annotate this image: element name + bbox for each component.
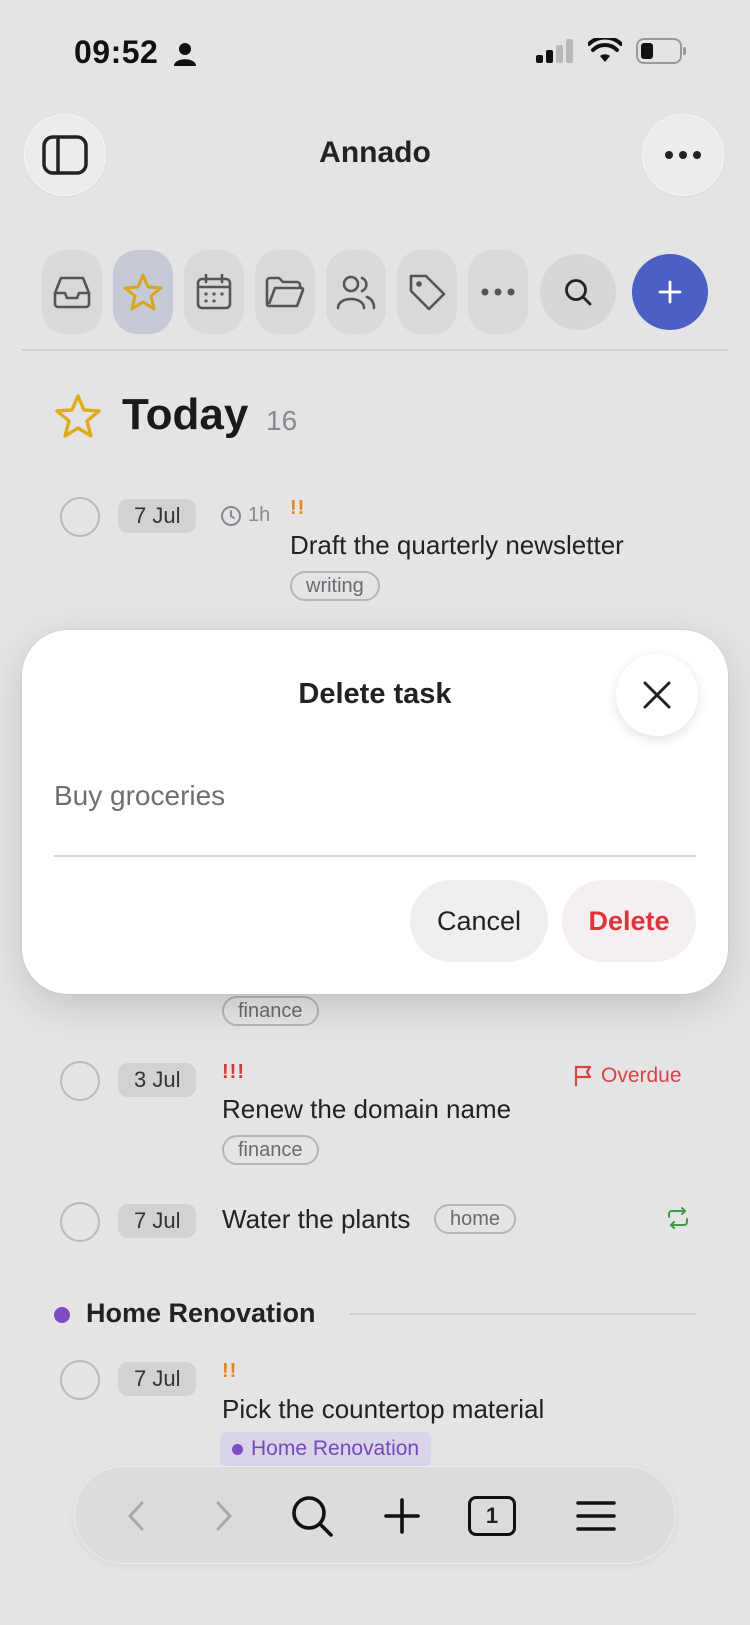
shared-button[interactable] bbox=[326, 250, 386, 334]
person-icon bbox=[174, 42, 196, 71]
due-date-chip: 3 Jul bbox=[118, 1063, 197, 1097]
tabs-button[interactable]: 1 bbox=[467, 1491, 517, 1541]
star-icon bbox=[123, 273, 163, 311]
project-dot bbox=[232, 1443, 243, 1455]
task-tag[interactable]: finance bbox=[222, 996, 319, 1026]
more-options-button[interactable] bbox=[642, 114, 724, 196]
projects-button[interactable] bbox=[255, 250, 315, 334]
task-checkbox[interactable] bbox=[60, 1360, 100, 1400]
due-date-chip: 7 Jul bbox=[118, 499, 197, 533]
ellipsis-icon bbox=[665, 151, 701, 159]
chevron-right-icon bbox=[216, 1501, 232, 1531]
section-divider bbox=[350, 1313, 696, 1315]
browser-toolbar: 1 bbox=[74, 1466, 676, 1564]
plus-icon bbox=[658, 280, 682, 304]
tab-count: 1 bbox=[485, 1503, 499, 1528]
menu-button[interactable] bbox=[571, 1491, 621, 1541]
today-button[interactable] bbox=[113, 250, 173, 334]
tabs-icon: 1 bbox=[468, 1496, 516, 1536]
browser-search-button[interactable] bbox=[287, 1491, 337, 1541]
flag-icon bbox=[574, 1065, 592, 1086]
today-star-icon bbox=[54, 393, 102, 444]
toolbar-divider bbox=[22, 349, 728, 351]
task-title[interactable]: Pick the countertop material bbox=[222, 1394, 544, 1425]
task-tag[interactable]: writing bbox=[290, 571, 380, 601]
add-task-button[interactable] bbox=[632, 254, 708, 330]
task-checkbox[interactable] bbox=[60, 1061, 100, 1101]
due-date-chip: 7 Jul bbox=[118, 1204, 197, 1238]
overdue-text: Overdue bbox=[601, 1064, 682, 1087]
wifi-icon bbox=[588, 38, 622, 62]
signal-icon bbox=[536, 39, 573, 63]
status-icons bbox=[536, 38, 688, 64]
search-icon bbox=[292, 1496, 333, 1537]
search-button[interactable] bbox=[540, 254, 616, 330]
due-date-chip: 7 Jul bbox=[118, 1362, 197, 1396]
section-title[interactable]: Home Renovation bbox=[86, 1298, 316, 1329]
search-icon bbox=[565, 279, 592, 306]
project-tag-label: Home Renovation bbox=[251, 1437, 420, 1460]
calendar-button[interactable] bbox=[184, 250, 244, 334]
section-color-dot bbox=[54, 1307, 70, 1323]
inbox-button[interactable] bbox=[42, 250, 102, 334]
battery-icon bbox=[636, 38, 686, 64]
delete-task-dialog: Delete task Buy groceries Cancel Delete bbox=[22, 630, 728, 994]
priority-marker: !!! bbox=[222, 1061, 245, 1083]
folder-icon bbox=[265, 276, 305, 308]
cancel-button[interactable]: Cancel bbox=[410, 880, 548, 962]
tag-icon bbox=[409, 274, 446, 311]
delete-button[interactable]: Delete bbox=[562, 880, 696, 962]
calendar-icon bbox=[196, 273, 232, 310]
duration-text: 1h bbox=[248, 504, 271, 526]
people-icon bbox=[336, 275, 376, 310]
overdue-badge: Overdue bbox=[573, 1064, 682, 1088]
priority-marker: !! bbox=[222, 1360, 238, 1382]
clock-icon bbox=[221, 505, 241, 526]
duration: 1h bbox=[220, 504, 270, 527]
tags-button[interactable] bbox=[397, 250, 457, 334]
new-tab-button[interactable] bbox=[377, 1491, 427, 1541]
task-title[interactable]: Water the plants bbox=[222, 1204, 410, 1235]
plus-icon bbox=[384, 1498, 420, 1534]
task-tag[interactable]: home bbox=[434, 1204, 517, 1234]
task-title[interactable]: Draft the quarterly newsletter bbox=[290, 530, 624, 561]
hamburger-icon bbox=[576, 1501, 616, 1531]
chevron-left-icon bbox=[128, 1501, 144, 1531]
repeat-icon bbox=[666, 1206, 690, 1235]
project-tag[interactable]: Home Renovation bbox=[220, 1432, 432, 1466]
page-title: Today bbox=[122, 390, 249, 439]
close-dialog-button[interactable] bbox=[616, 654, 698, 736]
more-icon bbox=[481, 288, 515, 296]
forward-button[interactable] bbox=[199, 1491, 249, 1541]
task-checkbox[interactable] bbox=[60, 497, 100, 537]
priority-marker: !! bbox=[290, 497, 306, 519]
more-views-button[interactable] bbox=[468, 250, 528, 334]
task-name-display: Buy groceries bbox=[54, 780, 226, 811]
status-time: 09:52 bbox=[74, 34, 159, 70]
dialog-divider bbox=[54, 855, 696, 857]
close-icon bbox=[643, 681, 671, 709]
back-button[interactable] bbox=[111, 1491, 161, 1541]
inbox-icon bbox=[53, 276, 91, 309]
app-title: Annado bbox=[319, 136, 431, 169]
task-checkbox[interactable] bbox=[60, 1202, 100, 1242]
task-title[interactable]: Renew the domain name bbox=[222, 1094, 511, 1125]
task-tag[interactable]: finance bbox=[222, 1135, 319, 1165]
task-count: 16 bbox=[266, 405, 298, 436]
